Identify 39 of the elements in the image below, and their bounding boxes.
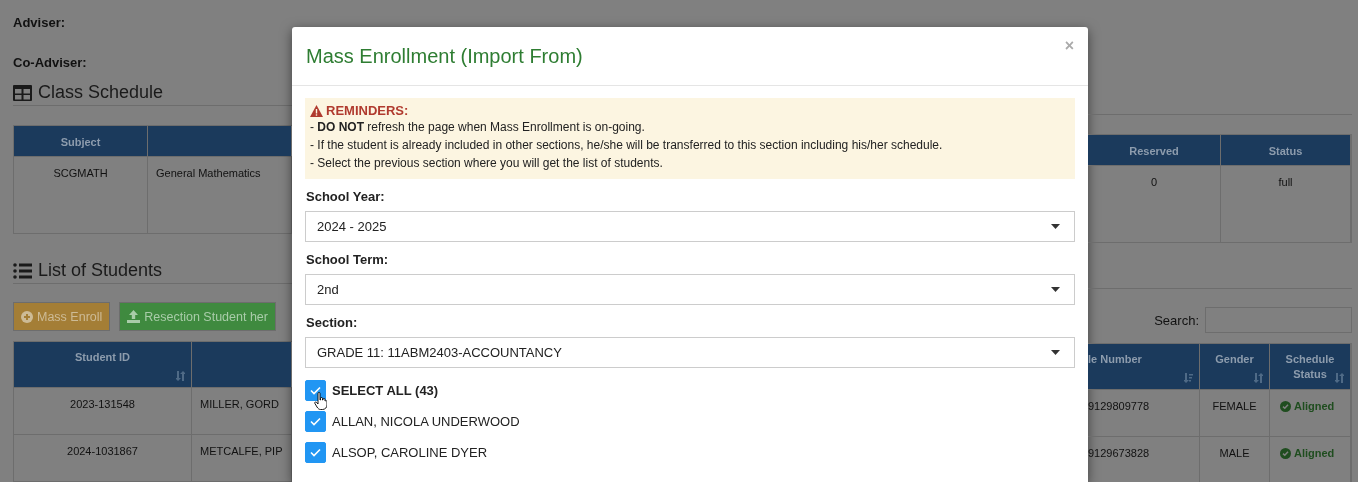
reminder-text: - If the student is already included in other sections, he/she will be transferred to this section including his/her schedule. [310, 137, 944, 154]
adviser-label: Adviser: [13, 15, 67, 30]
select-field[interactable]: 2nd [305, 274, 1075, 305]
field-label: School Term: [306, 252, 390, 267]
table-cell: 0 [1088, 165, 1221, 242]
column-header: Status [1221, 135, 1351, 165]
column-header[interactable]: Gender [1200, 344, 1270, 389]
co-adviser-label: Co-Adviser: [13, 55, 88, 70]
student-name: ALLAN, NICOLA UNDERWOOD [332, 414, 520, 429]
modal-title: Mass Enrollment (Import From) [306, 44, 583, 68]
reminder-text: - DO NOT refresh the page when Mass Enrollment is on-going. [310, 119, 646, 136]
table-cell: full [1221, 165, 1351, 242]
search-label: Search: [1154, 312, 1199, 328]
table-cell: 2024-1031867 [14, 434, 192, 481]
field-label: Section: [306, 315, 359, 330]
field-label: School Year: [306, 189, 386, 204]
student-name: ALSOP, CAROLINE DYER [332, 445, 488, 460]
status-text: Aligned [1294, 447, 1335, 459]
table-cell: SCGMATH [14, 156, 148, 233]
table-cell: 2023-131548 [14, 387, 192, 434]
column-header: Subject [14, 126, 148, 156]
table-cell: 9129673828 [1088, 436, 1200, 482]
select-field[interactable]: 2024 - 2025 [305, 211, 1075, 242]
column-header[interactable]: le Number [1088, 344, 1200, 389]
table-cell: FEMALE [1200, 389, 1270, 436]
section-heading: List of Students [38, 260, 163, 281]
reminder-text: - Select the previous section where you will get the list of students. [310, 155, 664, 172]
section-heading: Class Schedule [38, 82, 164, 103]
column-header[interactable]: Schedule Status [1270, 344, 1351, 389]
status-text: Aligned [1294, 400, 1335, 412]
column-header: Reserved [1088, 135, 1221, 165]
resection-button[interactable]: Resection Student her [119, 302, 276, 331]
reminders-title: REMINDERS: [326, 103, 409, 118]
close-button[interactable]: × [1064, 37, 1074, 55]
table-cell: MALE [1200, 436, 1270, 482]
select-field[interactable]: GRADE 11: 11ABM2403-ACCOUNTANCY [305, 337, 1075, 368]
select-all-label: SELECT ALL (43) [332, 383, 439, 398]
table-cell: 9129809778 [1088, 389, 1200, 436]
column-header[interactable]: Student ID [14, 342, 192, 387]
